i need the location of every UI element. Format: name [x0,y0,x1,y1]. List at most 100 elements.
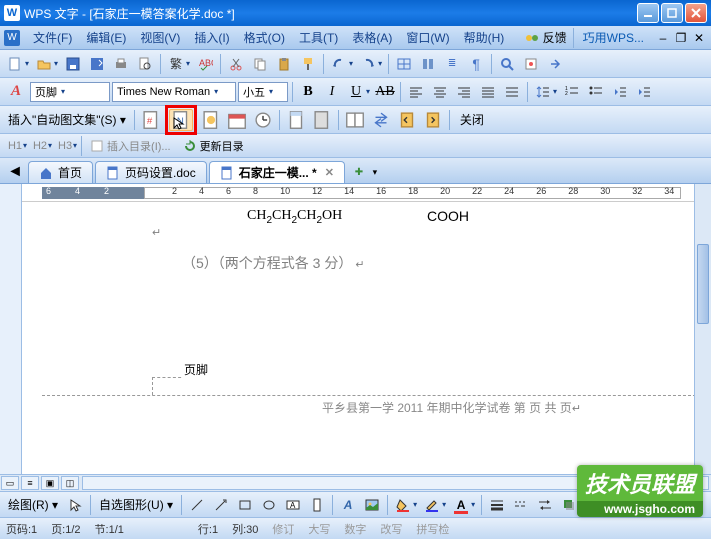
autoshape-menu[interactable]: 自选图形(U) ▾ [95,496,177,513]
format-painter-button[interactable] [297,53,319,75]
mdi-minimize-icon[interactable]: ‒ [655,31,671,45]
tab-list-button[interactable]: ▾ [369,161,381,183]
oval-button[interactable] [258,494,280,516]
number-list-button[interactable]: 12 [561,81,583,103]
columns-button[interactable] [417,53,439,75]
lineweight-button[interactable] [486,494,508,516]
linespacing-button[interactable] [532,81,554,103]
minimize-button[interactable] [637,3,659,23]
menu-help[interactable]: 帮助(H) [458,27,511,48]
outline-view-button[interactable]: ≡ [21,476,39,490]
italic-button[interactable]: I [321,81,343,103]
maximize-button[interactable] [661,3,683,23]
menu-tools[interactable]: 工具(T) [293,27,344,48]
feedback-link[interactable]: 反馈 [521,29,571,46]
saveas-button[interactable] [86,53,108,75]
vtextbox-button[interactable] [306,494,328,516]
textdir-button[interactable]: ≣ [441,53,463,75]
new-tab-button[interactable]: ✚ [351,161,367,183]
status-rev[interactable]: 修订 [272,521,294,537]
arrowstyle-button[interactable] [534,494,556,516]
switch-hf-button[interactable] [369,109,393,131]
page-view-button[interactable]: ▣ [41,476,59,490]
save-button[interactable] [62,53,84,75]
same-as-prev-button[interactable] [343,109,367,131]
fontcolor-button[interactable]: A [450,494,472,516]
underline-button[interactable]: U [345,81,367,103]
mdi-close-icon[interactable]: ✕ [691,31,707,45]
paste-button[interactable] [273,53,295,75]
tab-doc1[interactable]: 页码设置.doc [95,161,207,183]
show-marks-button[interactable]: ¶ [465,53,487,75]
page-content[interactable]: CH2CH2CH2OH COOH ↵ （5）（两个方程式各 3 分） ↵ 页脚 … [22,202,711,474]
next-button[interactable] [421,109,445,131]
insert-pagecount-button[interactable]: N [169,109,193,131]
font-combo[interactable]: Times New Roman▾ [112,82,236,102]
align-right-button[interactable] [453,81,475,103]
showdoc-button[interactable] [310,109,334,131]
open-dropdown[interactable]: ▾ [54,59,60,68]
hf-close-button[interactable]: 关闭 [454,111,490,128]
tab-close-icon[interactable]: ✕ [325,166,334,179]
align-justify-button[interactable] [477,81,499,103]
arrow-button[interactable] [210,494,232,516]
align-center-button[interactable] [429,81,451,103]
vertical-scrollbar[interactable] [694,184,711,474]
linecolor-button[interactable] [421,494,443,516]
spellcheck-button[interactable]: ABC [194,53,216,75]
wordart-button[interactable]: A [337,494,359,516]
menu-format[interactable]: 格式(O) [238,27,291,48]
new-dropdown[interactable]: ▾ [25,59,31,68]
status-num[interactable]: 数字 [344,521,366,537]
menu-insert[interactable]: 插入(I) [188,27,235,48]
tip-link[interactable]: 巧用WPS... [577,27,650,48]
size-combo[interactable]: 小五▾ [238,82,288,102]
scroll-thumb[interactable] [697,244,709,324]
horizontal-ruler[interactable]: 642 24681012141618202224262830323436 [22,184,711,202]
menu-table[interactable]: 表格(A) [346,27,398,48]
insert-date-button[interactable] [225,109,249,131]
style-combo[interactable]: 页脚▾ [30,82,110,102]
indent-button[interactable] [633,81,655,103]
mdi-restore-icon[interactable]: ❐ [673,31,689,45]
status-ovr[interactable]: 改写 [380,521,402,537]
tab-doc2[interactable]: 石家庄一模... * ✕ [209,161,345,183]
menu-view[interactable]: 视图(V) [134,27,186,48]
status-ime[interactable]: 拼写检 [416,521,449,537]
align-left-button[interactable] [405,81,427,103]
copy-button[interactable] [249,53,271,75]
redo-button[interactable] [357,53,379,75]
outdent-button[interactable] [609,81,631,103]
textbox-button[interactable]: A [282,494,304,516]
find-button[interactable] [496,53,518,75]
draw-menu[interactable]: 绘图(R) ▾ [4,496,62,513]
insert-page-button[interactable]: # [139,109,163,131]
insert-toc-button[interactable]: 插入目录(I)... [84,136,177,156]
web-view-button[interactable]: ◫ [61,476,79,490]
app-menu-icon[interactable]: W [4,30,20,46]
select-button[interactable] [64,494,86,516]
menu-edit[interactable]: 编辑(E) [80,27,132,48]
dashstyle-button[interactable] [510,494,532,516]
vertical-ruler[interactable] [0,184,22,474]
insert-pic-button[interactable] [361,494,383,516]
close-button[interactable] [685,3,707,23]
open-button[interactable] [33,53,55,75]
cut-button[interactable] [225,53,247,75]
new-button[interactable] [4,53,26,75]
normal-view-button[interactable]: ▭ [1,476,19,490]
prev-button[interactable] [395,109,419,131]
nav-back-button[interactable]: ◄ [4,161,26,183]
research-button[interactable] [520,53,542,75]
toggle-button[interactable] [544,53,566,75]
fillcolor-button[interactable] [392,494,414,516]
align-dist-button[interactable] [501,81,523,103]
menu-file[interactable]: 文件(F) [27,27,78,48]
menu-window[interactable]: 窗口(W) [400,27,455,48]
undo-button[interactable] [328,53,350,75]
format-pagenum-button[interactable] [199,109,223,131]
bold-button[interactable]: B [297,81,319,103]
print-button[interactable] [110,53,132,75]
pagesetup-button[interactable] [284,109,308,131]
table-button[interactable] [393,53,415,75]
